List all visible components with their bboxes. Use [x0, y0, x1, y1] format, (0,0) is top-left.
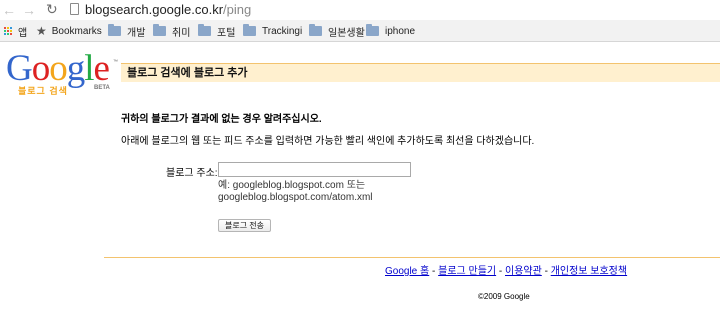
footer-separator: - — [429, 266, 439, 277]
apps-shortcut[interactable]: 앱 — [4, 24, 28, 39]
google-blogsearch-logo[interactable]: Google ™ 블로그 검색 BETA — [6, 49, 118, 97]
bookmark-folder[interactable]: 일본생활 — [309, 24, 365, 39]
logo-letter: o — [31, 48, 50, 89]
page-title-bar: 블로그 검색에 블로그 추가 — [121, 63, 720, 82]
footer-separator: - — [496, 266, 505, 277]
bookmark-folder[interactable]: 취미 — [153, 24, 191, 39]
folder-icon — [243, 24, 256, 36]
folder-icon — [108, 24, 121, 36]
star-icon: ★ — [36, 24, 47, 38]
logo-letter: G — [6, 48, 33, 89]
trademark-mark: ™ — [113, 59, 118, 65]
footer-link-privacy[interactable]: 개인정보 보호정책 — [551, 266, 627, 277]
example-text: 예: googleblog.blogspot.com 또는 — [218, 180, 366, 191]
url-path: /ping — [223, 2, 252, 17]
footer-link-terms[interactable]: 이용약관 — [505, 266, 542, 277]
bookmarks-bar: 앱 ★ Bookmarks 개발 취미 포털 Trackingi 일본생활 ip… — [0, 20, 720, 42]
logo-letter: e — [93, 48, 110, 89]
logo-letter: g — [66, 48, 85, 89]
copyright-text: ©2009 Google — [478, 292, 530, 301]
back-arrow-icon[interactable]: ← — [2, 3, 16, 17]
footer-link-google-home[interactable]: Google 홈 — [385, 266, 429, 277]
instructions-text: 아래에 블로그의 웹 또는 피드 주소를 입력하면 가능한 빨리 색인에 추가하… — [121, 136, 535, 147]
bookmark-folder[interactable]: 포털 — [198, 24, 236, 39]
apps-label: 앱 — [18, 27, 28, 39]
intro-text: 귀하의 블로그가 결과에 없는 경우 알려주십시오. — [121, 114, 322, 125]
bookmarks-shortcut[interactable]: ★ Bookmarks — [36, 24, 102, 38]
footer-divider — [104, 257, 720, 258]
submit-blog-button[interactable]: 블로그 전송 — [218, 219, 272, 232]
bookmarks-label: Bookmarks — [51, 25, 102, 37]
bookmark-folder-label: iphone — [385, 25, 416, 37]
footer-links: Google 홈 - 블로그 만들기 - 이용약관 - 개인정보 보호정책 — [385, 262, 627, 277]
page-title: 블로그 검색에 블로그 추가 — [127, 67, 248, 79]
example-text-continued: googleblog.blogspot.com/atom.xml — [218, 192, 373, 203]
bookmark-folder-label: 개발 — [127, 27, 146, 39]
browser-toolbar: ← → ↻ blogsearch.google.co.kr/ping — [0, 0, 720, 20]
folder-icon — [309, 24, 322, 36]
bookmark-folder-label: Trackingi — [262, 25, 303, 37]
logo-letter: o — [49, 48, 67, 89]
apps-grid-icon — [4, 26, 13, 36]
blog-url-input[interactable] — [218, 162, 411, 177]
beta-badge: BETA — [94, 85, 110, 91]
bookmark-folder[interactable]: iphone — [366, 24, 415, 38]
folder-icon — [153, 24, 166, 36]
reload-icon[interactable]: ↻ — [46, 2, 58, 17]
bookmark-folder-label: 취미 — [172, 27, 191, 39]
footer-link-create-blog[interactable]: 블로그 만들기 — [438, 266, 496, 277]
bookmark-folder-label: 포털 — [217, 27, 236, 39]
forward-arrow-icon[interactable]: → — [22, 3, 36, 17]
logo-letter: l — [84, 48, 94, 89]
blog-url-label: 블로그 주소: — [166, 168, 218, 179]
address-bar[interactable]: blogsearch.google.co.kr/ping — [85, 2, 251, 18]
logo-subtitle: 블로그 검색 — [18, 86, 68, 96]
url-host: blogsearch.google.co.kr — [85, 2, 224, 17]
bookmark-folder[interactable]: Trackingi — [243, 24, 302, 38]
bookmark-folder[interactable]: 개발 — [108, 24, 146, 39]
footer-separator: - — [541, 266, 551, 277]
folder-icon — [366, 24, 379, 36]
folder-icon — [198, 24, 211, 36]
bookmark-folder-label: 일본생활 — [328, 27, 365, 39]
logo-wordmark: Google — [6, 48, 110, 89]
page-icon — [70, 3, 79, 15]
logo-letters: Google — [6, 48, 110, 89]
